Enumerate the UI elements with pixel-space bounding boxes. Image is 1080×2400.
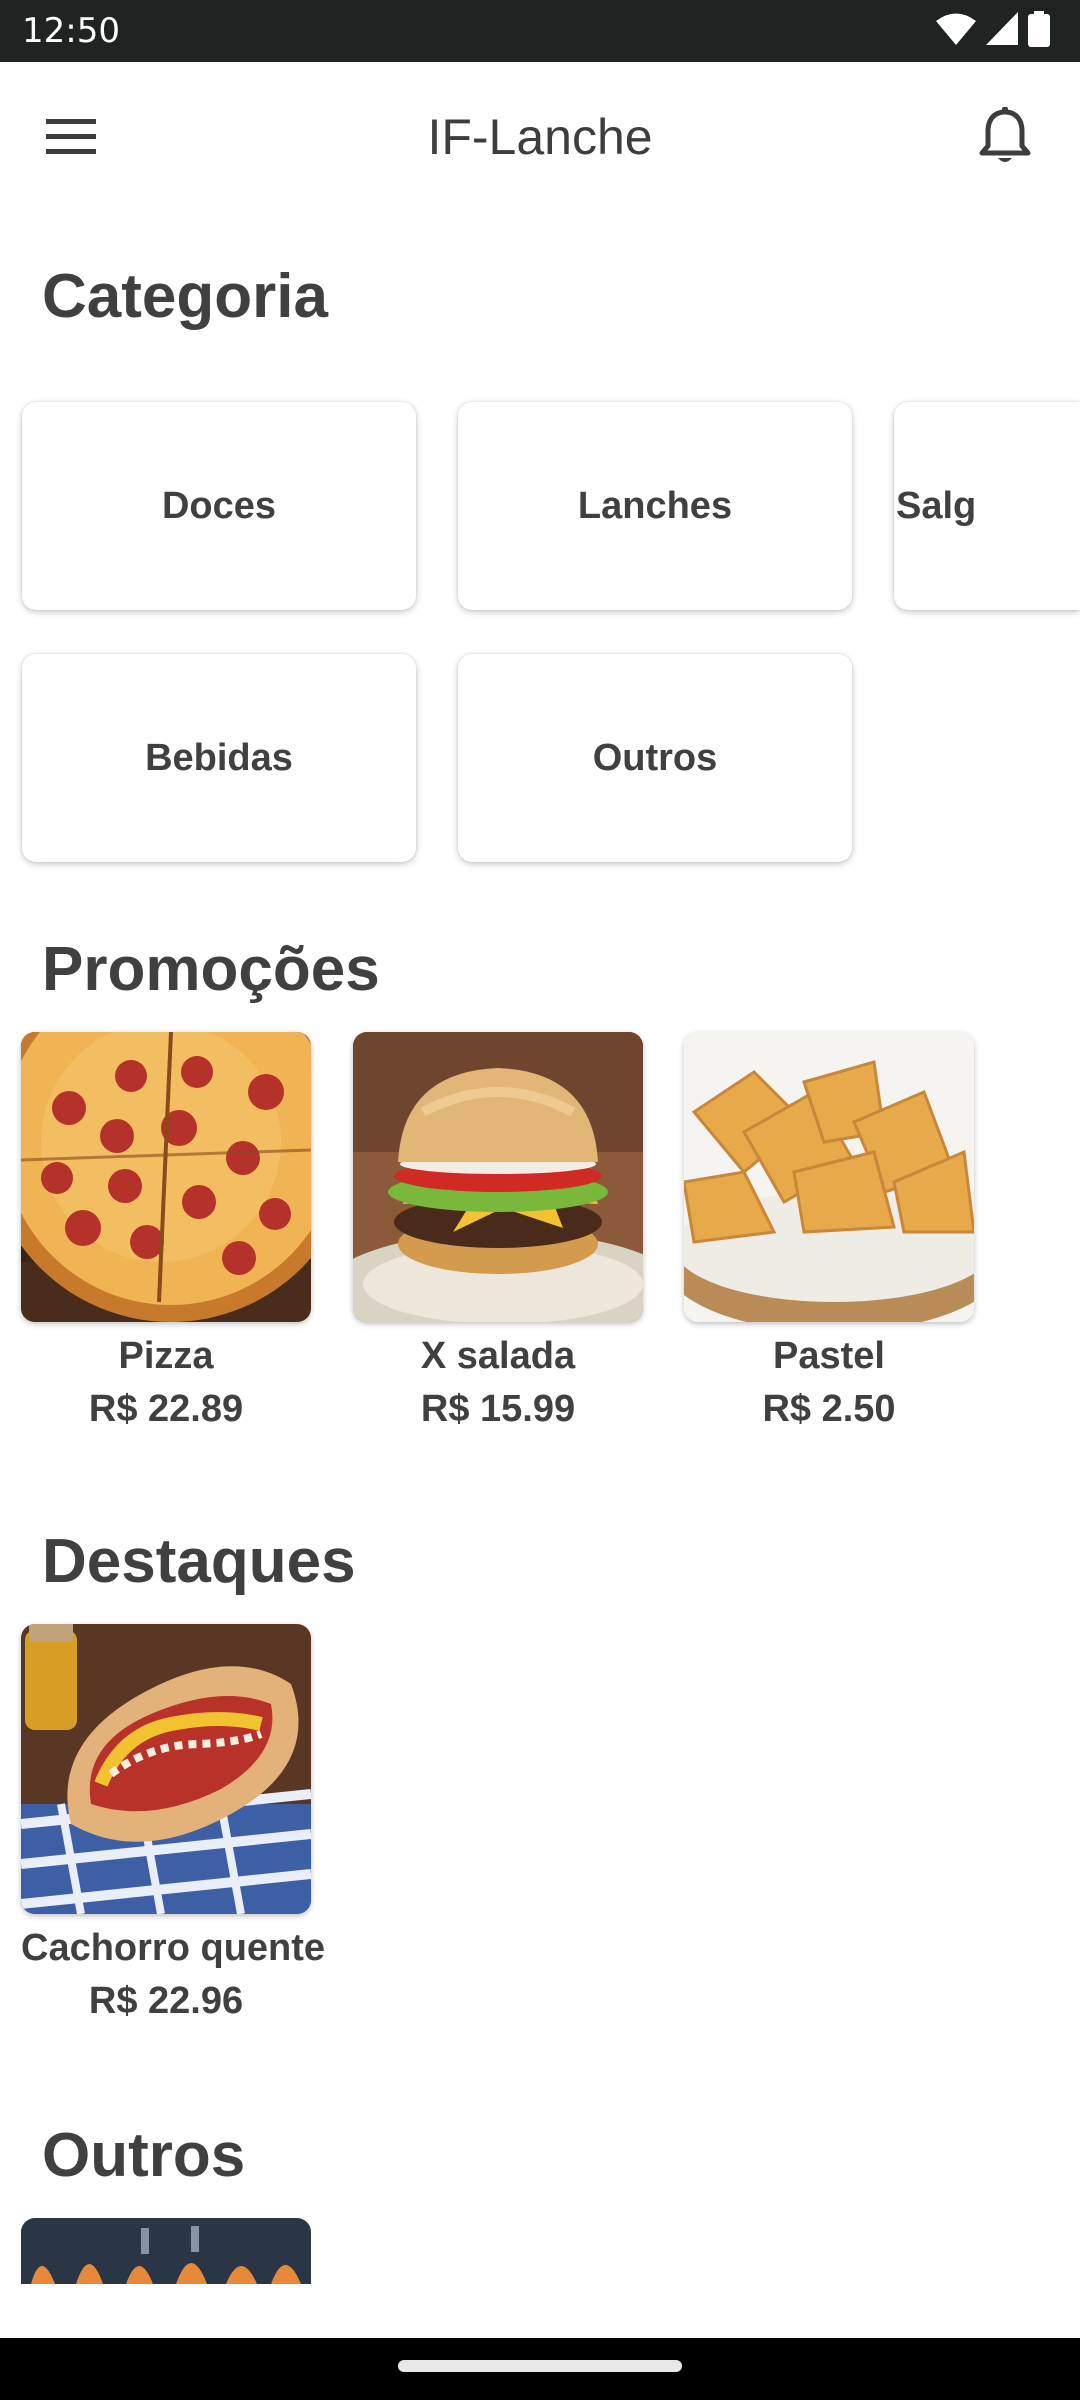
product-price: R$ 15.99 [420, 1388, 576, 1430]
section-title-outros: Outros [42, 2121, 246, 2190]
highlight-item-cachorro-quente[interactable]: Cachorro quente R$ 22.96 [21, 1624, 326, 2028]
category-label: Doces [161, 484, 277, 527]
section-title-categoria: Categoria [42, 262, 328, 331]
promo-item-x-salada[interactable]: X salada R$ 15.99 [353, 1032, 643, 1436]
status-bar: 12:50 [0, 0, 1080, 62]
section-title-destaques: Destaques [42, 1527, 356, 1596]
product-name: Cachorro quente [21, 1927, 326, 1969]
promo-item-pastel[interactable]: Pastel R$ 2.50 [684, 1032, 974, 1436]
product-price: R$ 22.89 [88, 1388, 244, 1430]
promo-item-pizza[interactable]: Pizza R$ 22.89 [21, 1032, 311, 1436]
battery-icon [1028, 10, 1050, 52]
category-card-bebidas[interactable]: Bebidas [22, 654, 416, 862]
burger-image [353, 1032, 643, 1322]
category-label: Outros [592, 736, 718, 779]
product-name: Pastel [773, 1335, 885, 1377]
category-card-outros[interactable]: Outros [458, 654, 852, 862]
category-label: Salg [896, 484, 977, 527]
category-card-lanches[interactable]: Lanches [458, 402, 852, 610]
product-name: Pizza [118, 1335, 214, 1377]
hotdog-image [21, 1624, 311, 1914]
pastel-image [684, 1032, 974, 1322]
category-card-salg[interactable]: Salg [894, 402, 1080, 610]
bell-icon[interactable] [976, 106, 1034, 168]
navigation-bar [0, 2338, 1080, 2400]
app-title: IF-Lanche [427, 109, 653, 165]
status-time: 12:50 [22, 11, 120, 51]
status-icons [936, 10, 1050, 52]
signal-icon [986, 11, 1018, 51]
category-card-doces[interactable]: Doces [22, 402, 416, 610]
category-label: Lanches [577, 484, 733, 527]
product-name: X salada [420, 1335, 576, 1377]
category-label: Bebidas [145, 736, 293, 779]
product-price: R$ 22.96 [88, 1980, 244, 2022]
app-bar: IF-Lanche [0, 62, 1080, 212]
outros-item-image[interactable] [21, 2218, 311, 2284]
pizza-image [21, 1032, 311, 1322]
section-title-promocoes: Promoções [42, 935, 380, 1004]
home-gesture-handle[interactable] [398, 2360, 682, 2372]
product-price: R$ 2.50 [762, 1388, 896, 1430]
wifi-icon [936, 12, 976, 51]
